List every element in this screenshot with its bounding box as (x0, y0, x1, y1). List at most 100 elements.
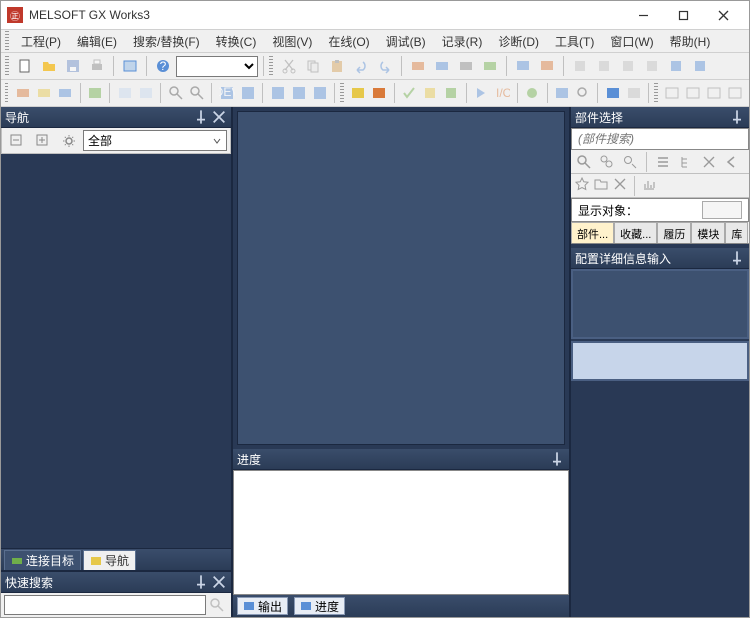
tb2-btn-3[interactable] (56, 82, 75, 104)
tb2-btn-4[interactable] (85, 82, 104, 104)
read-plc-button[interactable] (431, 55, 453, 77)
menu-online[interactable]: 在线(O) (321, 30, 376, 53)
param-btn[interactable] (522, 82, 541, 104)
star-icon[interactable] (574, 176, 590, 195)
tb2-btn-1[interactable] (13, 82, 32, 104)
paste-button[interactable] (326, 55, 348, 77)
find-next-button[interactable] (187, 82, 206, 104)
tool-button-4[interactable] (641, 55, 663, 77)
tool-button-3[interactable] (617, 55, 639, 77)
check-btn-1[interactable] (400, 82, 419, 104)
tool-button-1[interactable] (569, 55, 591, 77)
zoom-btn[interactable] (573, 82, 592, 104)
folder-icon[interactable] (593, 176, 609, 195)
collapse-all-button[interactable] (5, 130, 29, 152)
tb2-btn-2[interactable] (34, 82, 53, 104)
display-target-field[interactable] (702, 201, 742, 219)
close-button[interactable] (703, 4, 743, 26)
menu-edit[interactable]: 编辑(E) (70, 30, 124, 53)
find-button[interactable] (166, 82, 185, 104)
view-btn-1[interactable] (552, 82, 571, 104)
config-input-box[interactable] (571, 341, 749, 381)
win-btn-4[interactable] (726, 82, 745, 104)
module-button[interactable] (119, 55, 141, 77)
menu-search[interactable]: 搜索/替换(F) (126, 30, 207, 53)
verify-plc-button[interactable] (455, 55, 477, 77)
tb2-btn-6[interactable] (136, 82, 155, 104)
new-button[interactable] (14, 55, 36, 77)
step-btn-1[interactable] (472, 82, 491, 104)
check-btn-2[interactable] (421, 82, 440, 104)
settings-button[interactable] (57, 130, 81, 152)
tab-output[interactable]: 输出 (237, 597, 288, 615)
find-all-icon[interactable] (597, 152, 617, 172)
menu-window[interactable]: 窗口(W) (603, 30, 660, 53)
dev-btn-2[interactable] (238, 82, 257, 104)
tool-button-6[interactable] (689, 55, 711, 77)
menu-debug[interactable]: 调试(B) (379, 30, 433, 53)
close-icon[interactable] (211, 574, 227, 590)
nav-filter-combo[interactable]: 全部 (83, 130, 227, 151)
find-icon[interactable] (574, 152, 594, 172)
remote-button[interactable] (479, 55, 501, 77)
pin-icon[interactable] (193, 574, 209, 590)
delete-icon[interactable] (612, 176, 628, 195)
win-btn-2[interactable] (684, 82, 703, 104)
menu-view[interactable]: 视图(V) (265, 30, 319, 53)
menu-project[interactable]: 工程(P) (14, 30, 68, 53)
find-prev-icon[interactable] (620, 152, 640, 172)
prev-icon[interactable] (722, 152, 742, 172)
parts-search-input[interactable] (572, 129, 748, 149)
win-btn-3[interactable] (705, 82, 724, 104)
close-icon[interactable] (699, 152, 719, 172)
pin-icon[interactable] (193, 109, 209, 125)
tab-navigation[interactable]: 导航 (83, 550, 136, 570)
tree-view-icon[interactable] (676, 152, 696, 172)
parts-tab-parts[interactable]: 部件... (571, 222, 614, 243)
layout-btn-1[interactable] (603, 82, 622, 104)
parts-tab-history[interactable]: 履历 (657, 222, 691, 243)
quick-search-input[interactable] (4, 595, 206, 615)
write-plc-button[interactable] (407, 55, 429, 77)
tab-progress[interactable]: 进度 (294, 597, 345, 615)
print-button[interactable] (86, 55, 108, 77)
menu-record[interactable]: 记录(R) (435, 30, 490, 53)
cut-button[interactable] (278, 55, 300, 77)
progress-body[interactable] (233, 470, 569, 595)
expand-all-button[interactable] (31, 130, 55, 152)
parts-tab-module[interactable]: 模块 (691, 222, 725, 243)
menu-diagnose[interactable]: 诊断(D) (491, 30, 546, 53)
tb2-btn-5[interactable] (115, 82, 134, 104)
tab-connection-dest[interactable]: 连接目标 (4, 550, 81, 570)
tool-button-2[interactable] (593, 55, 615, 77)
parts-tab-lib[interactable]: 库 (725, 222, 748, 243)
layout-btn-2[interactable] (624, 82, 643, 104)
sim-btn-1[interactable] (349, 82, 368, 104)
pin-icon[interactable] (549, 451, 565, 467)
dev-btn-3[interactable] (268, 82, 287, 104)
close-icon[interactable] (211, 109, 227, 125)
win-btn-1[interactable] (663, 82, 682, 104)
undo-button[interactable] (350, 55, 372, 77)
nav-tree[interactable] (1, 154, 231, 548)
copy-button[interactable] (302, 55, 324, 77)
menu-help[interactable]: 帮助(H) (663, 30, 718, 53)
sim-btn-2[interactable] (370, 82, 389, 104)
config-detail-box[interactable] (571, 269, 749, 339)
check-btn-3[interactable] (442, 82, 461, 104)
list-view-icon[interactable] (653, 152, 673, 172)
dev-btn-5[interactable] (310, 82, 329, 104)
qs-search-button[interactable] (206, 594, 228, 616)
monitor-button[interactable] (512, 55, 534, 77)
redo-button[interactable] (374, 55, 396, 77)
help-button[interactable]: ? (152, 55, 174, 77)
editor-canvas[interactable] (237, 111, 565, 445)
step-btn-2[interactable]: I/O (493, 82, 512, 104)
maximize-button[interactable] (663, 4, 703, 26)
menu-convert[interactable]: 转换(C) (209, 30, 264, 53)
minimize-button[interactable] (623, 4, 663, 26)
open-button[interactable] (38, 55, 60, 77)
tool-button-5[interactable] (665, 55, 687, 77)
save-button[interactable] (62, 55, 84, 77)
help-search-combo[interactable] (176, 56, 258, 77)
